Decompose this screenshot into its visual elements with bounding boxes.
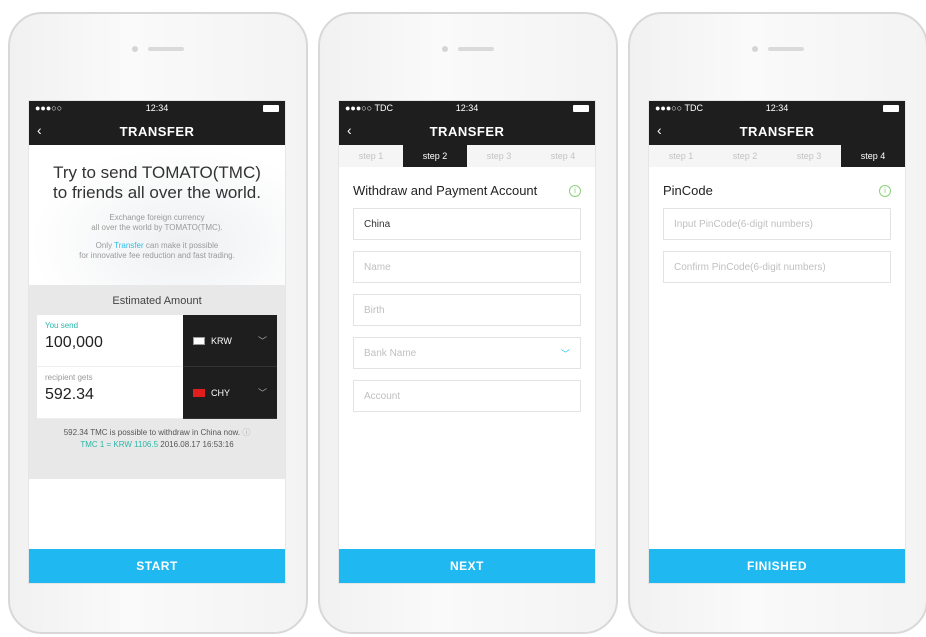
status-time: 12:34: [765, 103, 789, 113]
start-button[interactable]: START: [29, 549, 285, 583]
recv-currency-select[interactable]: CHY ﹀: [183, 367, 277, 419]
stage: ⊕ ●●●○○ 12:34 ‹ TRANSFER Try to send TOM…: [0, 0, 926, 637]
pincode-form: PinCode i Input PinCode(6-digit numbers)…: [649, 167, 905, 283]
exchange-rate: TMC 1 = KRW 1106.5: [80, 440, 159, 449]
status-time: 12:34: [455, 103, 479, 113]
hero-title-line1: Try to send TOMATO(TMC): [53, 163, 261, 182]
status-bar: ●●●○○ TDC 12:34: [649, 101, 905, 117]
estimated-title: Estimated Amount: [112, 295, 202, 307]
send-currency-select[interactable]: KRW ﹀: [183, 315, 277, 367]
china-flag-icon: [193, 389, 205, 398]
phone-camera: [132, 46, 184, 52]
info-icon[interactable]: ⓘ: [242, 428, 250, 437]
nav-title: TRANSFER: [739, 124, 815, 139]
send-row: You send 100,000 KRW ﹀: [37, 315, 277, 367]
step-4: step 4: [550, 151, 576, 161]
hero-desc-line1: Exchange foreign currency: [109, 213, 205, 222]
info-icon[interactable]: i: [879, 184, 891, 197]
status-bar: ●●●○○ TDC 12:34: [339, 101, 595, 117]
confirm-pincode-input[interactable]: Confirm PinCode(6-digit numbers): [663, 251, 891, 283]
step-3: step 3: [796, 151, 822, 161]
send-value: 100,000: [45, 334, 103, 351]
screen-3: ●●●○○ TDC 12:34 ‹ TRANSFER step 1 step 2…: [648, 100, 906, 584]
recv-row: recipient gets 592.34 CHY ﹀: [37, 367, 277, 419]
next-button[interactable]: NEXT: [339, 549, 595, 583]
hero-desc2-post: can make it possible: [143, 241, 219, 250]
recv-amount-field[interactable]: recipient gets 592.34: [37, 367, 183, 419]
rate-timestamp: 2016.08.17 16:53:16: [160, 440, 234, 449]
phone-1: ⊕ ●●●○○ 12:34 ‹ TRANSFER Try to send TOM…: [8, 12, 308, 634]
send-currency: KRW: [211, 335, 232, 346]
step-3: step 3: [486, 151, 512, 161]
step-indicator: step 1 step 2 step 3 step 4: [339, 145, 595, 167]
nav-title: TRANSFER: [429, 124, 505, 139]
status-time: 12:34: [145, 103, 169, 113]
battery-icon: [883, 105, 899, 112]
country-field[interactable]: China: [353, 208, 581, 240]
form-title: Withdraw and Payment Account i: [353, 183, 581, 198]
chevron-down-icon: ﹀: [257, 336, 267, 346]
form-title-text: PinCode: [663, 183, 713, 198]
step-2: step 2: [403, 145, 467, 167]
chevron-down-icon: ﹀: [560, 348, 570, 359]
hero: Try to send TOMATO(TMC) to friends all o…: [29, 145, 285, 285]
recv-label: recipient gets: [45, 373, 93, 382]
nav-bar: ‹ TRANSFER: [29, 117, 285, 145]
battery-icon: [263, 105, 279, 112]
account-form: Withdraw and Payment Account i China Nam…: [339, 167, 595, 412]
step-2: step 2: [732, 151, 758, 161]
screen-2: ●●●○○ TDC 12:34 ‹ TRANSFER step 1 step 2…: [338, 100, 596, 584]
step-1: step 1: [358, 151, 384, 161]
send-amount-field[interactable]: You send 100,000: [37, 315, 183, 367]
form-title: PinCode i: [663, 183, 891, 198]
hero-title-line2: to friends all over the world.: [53, 183, 261, 202]
nav-bar: ‹ TRANSFER: [649, 117, 905, 145]
screen-1: ●●●○○ 12:34 ‹ TRANSFER Try to send TOMAT…: [28, 100, 286, 584]
bank-name-label: Bank Name: [364, 347, 417, 359]
nav-title: TRANSFER: [119, 124, 195, 139]
recv-currency: CHY: [211, 387, 231, 398]
korea-flag-icon: [193, 337, 205, 346]
phone-3: ⊕ ●●●○○ TDC 12:34 ‹ TRANSFER step 1 step…: [628, 12, 926, 634]
step-indicator: step 1 step 2 step 3 step 4: [649, 145, 905, 167]
phone-camera: [752, 46, 804, 52]
account-field[interactable]: Account: [353, 380, 581, 412]
finished-button[interactable]: FINISHED: [649, 549, 905, 583]
step-1: step 1: [668, 151, 694, 161]
send-label: You send: [45, 321, 79, 330]
chevron-down-icon: ﹀: [257, 388, 267, 398]
hero-desc-2: Only Transfer can make it possible for i…: [29, 241, 285, 261]
birth-field[interactable]: Birth: [353, 294, 581, 326]
recv-value: 592.34: [45, 386, 94, 403]
name-field[interactable]: Name: [353, 251, 581, 283]
hero-desc2-line2: for innovative fee reduction and fast tr…: [79, 251, 235, 260]
bank-name-select[interactable]: Bank Name ﹀: [353, 337, 581, 369]
nav-bar: ‹ TRANSFER: [339, 117, 595, 145]
withdraw-note: 592.34 TMC is possible to withdraw in Ch…: [37, 427, 277, 451]
form-title-text: Withdraw and Payment Account: [353, 183, 538, 198]
transfer-link[interactable]: Transfer: [114, 241, 144, 250]
hero-desc: Exchange foreign currency all over the w…: [29, 213, 285, 233]
hero-desc-line2: all over the world by TOMATO(TMC).: [91, 223, 223, 232]
hero-desc2-pre: Only: [95, 241, 115, 250]
note-text: 592.34 TMC is possible to withdraw in Ch…: [63, 428, 241, 437]
step-4: step 4: [841, 145, 905, 167]
status-bar: ●●●○○ 12:34: [29, 101, 285, 117]
battery-icon: [573, 105, 589, 112]
hero-title: Try to send TOMATO(TMC) to friends all o…: [29, 163, 285, 203]
info-icon[interactable]: i: [569, 184, 581, 197]
phone-camera: [442, 46, 494, 52]
phone-2: ⊕ ●●●○○ TDC 12:34 ‹ TRANSFER step 1 step…: [318, 12, 618, 634]
pincode-input[interactable]: Input PinCode(6-digit numbers): [663, 208, 891, 240]
estimated-amount-panel: Estimated Amount You send 100,000 KRW ﹀ …: [29, 285, 285, 479]
